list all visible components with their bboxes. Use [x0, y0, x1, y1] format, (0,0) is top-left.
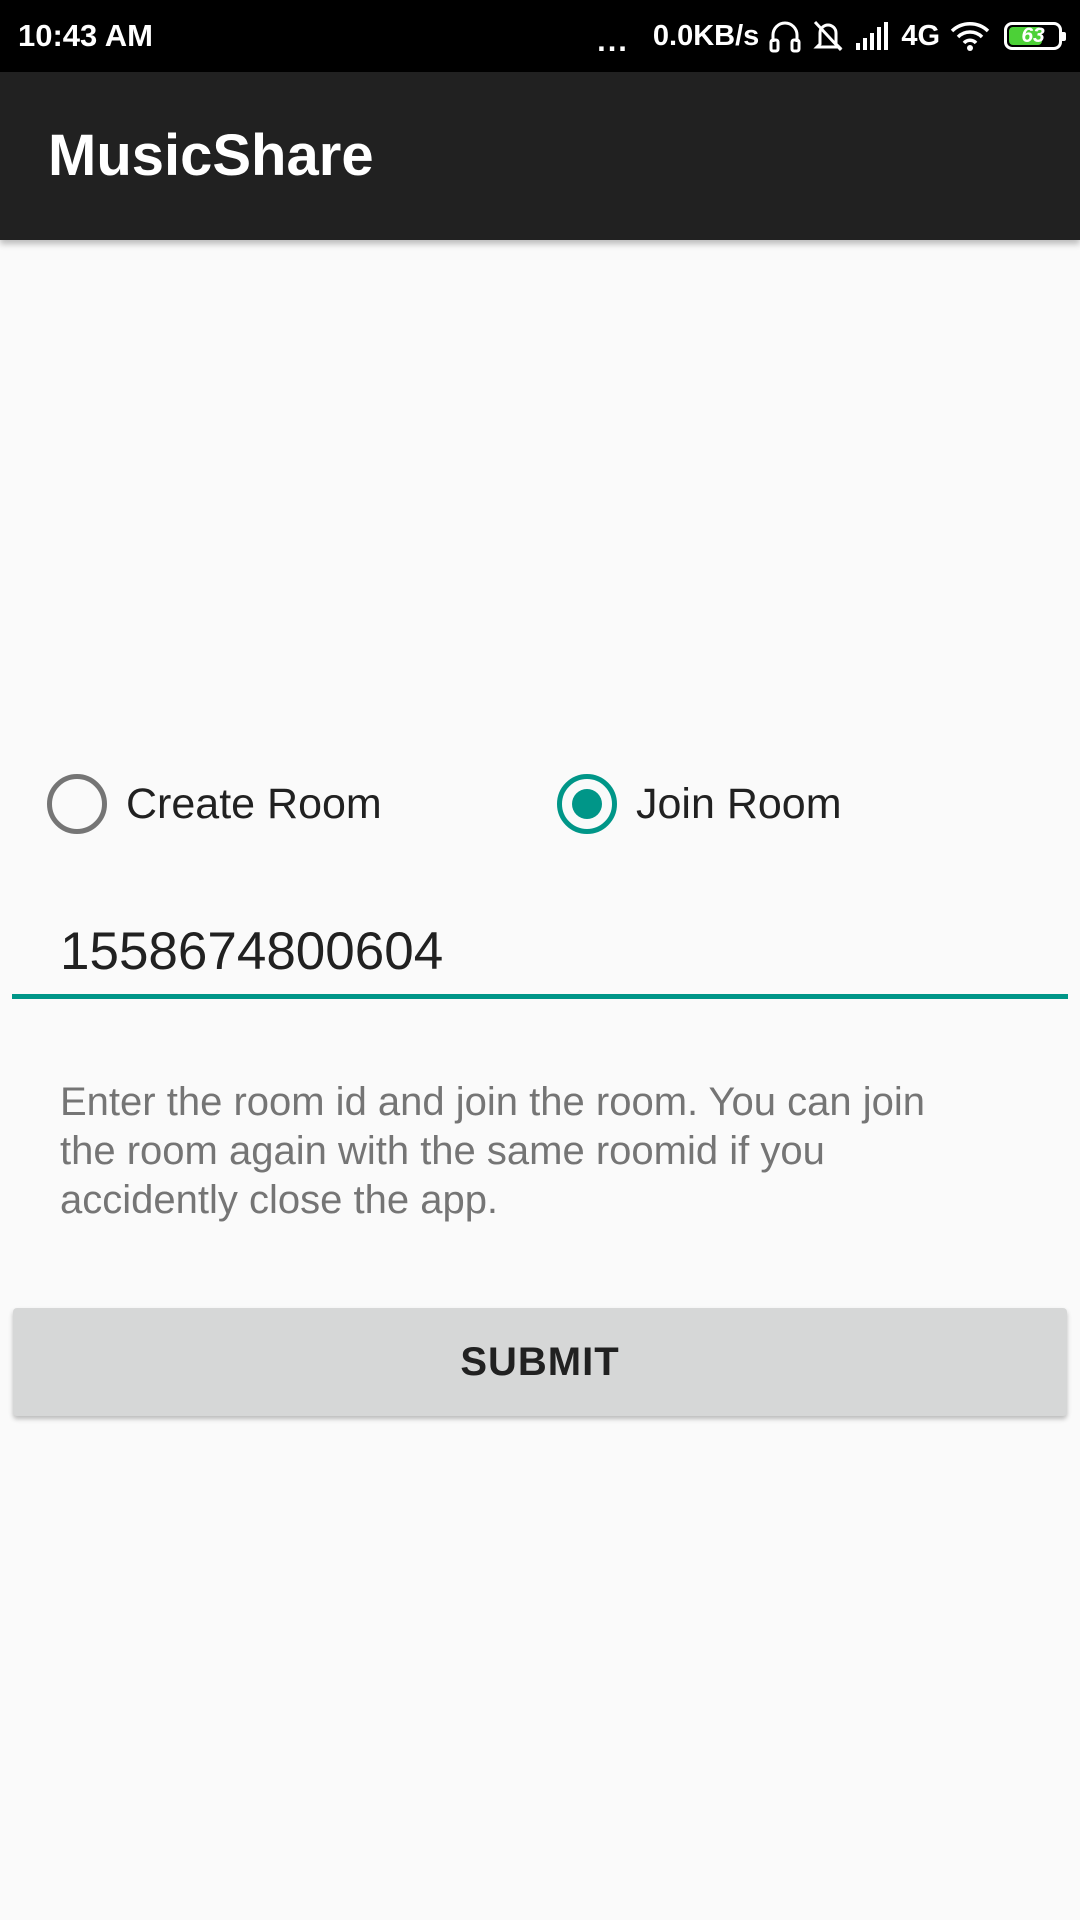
battery-level: 63	[1021, 24, 1045, 47]
wifi-icon	[950, 20, 990, 52]
help-text: Enter the room id and join the room. You…	[60, 1080, 925, 1222]
input-underline	[12, 994, 1068, 999]
app-title: MusicShare	[48, 123, 374, 188]
join-room-label[interactable]: Join Room	[636, 780, 842, 829]
status-bar: 10:43 AM ... 0.0KB/s 4G 63	[0, 0, 1080, 72]
create-room-radio[interactable]: Create Room	[47, 768, 382, 840]
battery-icon: 63	[1004, 22, 1066, 50]
create-room-label[interactable]: Create Room	[126, 780, 382, 829]
more-notifications-dots: ...	[597, 22, 629, 58]
app-bar: MusicShare	[0, 72, 1080, 240]
network-type: 4G	[901, 19, 940, 52]
mute-icon	[811, 18, 845, 54]
submit-button[interactable]: SUBMIT	[13, 1308, 1067, 1416]
create-room-radio-circle[interactable]	[47, 774, 107, 834]
room-id-field	[12, 910, 1068, 999]
headset-icon	[769, 18, 801, 54]
signal-icon	[855, 21, 891, 51]
radio-selected-dot	[572, 789, 602, 819]
join-room-radio[interactable]: Join Room	[557, 768, 842, 840]
join-room-radio-circle[interactable]	[557, 774, 617, 834]
network-speed: 0.0KB/s	[652, 19, 760, 52]
room-id-input[interactable]	[12, 910, 1068, 992]
status-time: 10:43 AM	[18, 18, 153, 53]
room-mode-radio-group: Create Room Join Room	[0, 768, 1080, 840]
status-icons: ... 0.0KB/s 4G 63	[597, 0, 1066, 72]
